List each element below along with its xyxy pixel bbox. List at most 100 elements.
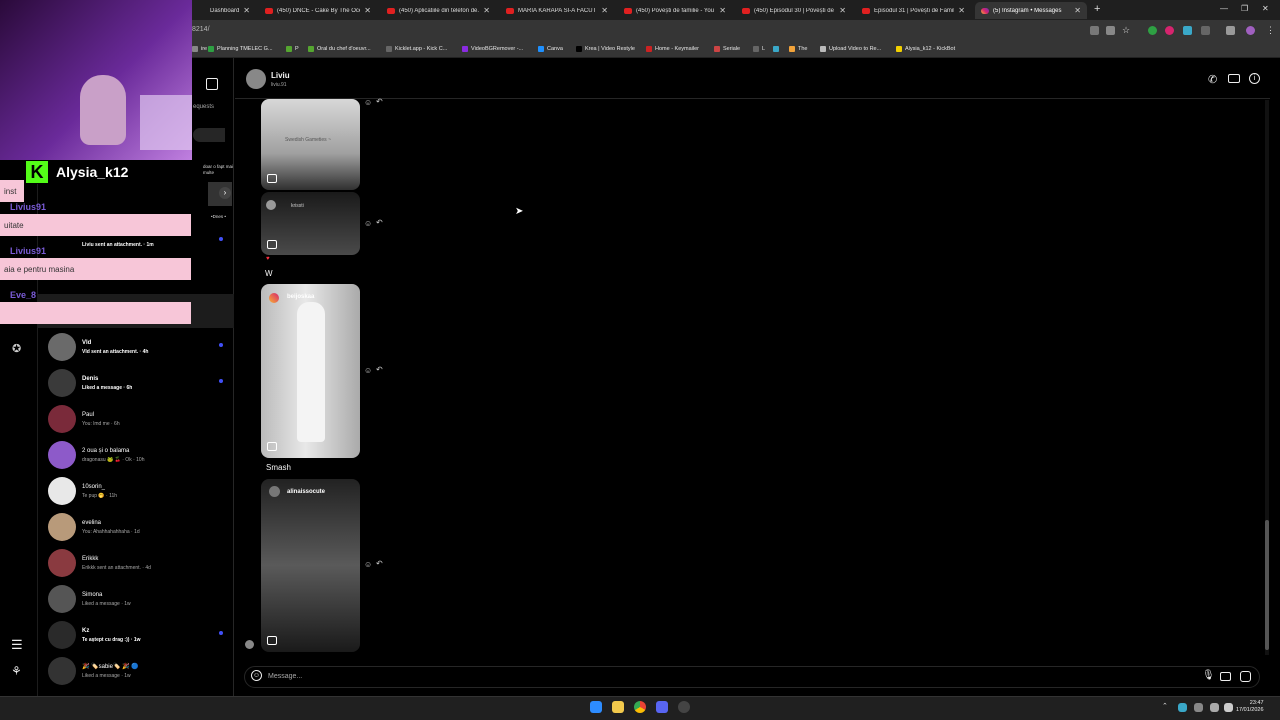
conversation-item[interactable]: Erikkk Erikkk sent an attachment. · 4d — [48, 546, 234, 580]
reel-message[interactable]: alinaissocute — [261, 479, 360, 652]
reply-icon[interactable]: ↶ — [376, 559, 383, 568]
close-window-icon[interactable]: ✕ — [1262, 4, 1269, 13]
close-tab-icon[interactable]: ✕ — [601, 6, 608, 15]
react-emoji-icon[interactable]: ☺ — [364, 366, 372, 375]
conversation-preview[interactable]: Liviu sent an attachment. · 1m — [82, 242, 154, 248]
browser-tab[interactable]: (450) Aplicatiile din telefon de... ✕ — [381, 2, 496, 19]
bookmark-item[interactable]: L — [753, 46, 765, 52]
profile-icon[interactable] — [1226, 26, 1235, 35]
reply-icon[interactable]: ↶ — [376, 365, 383, 374]
bookmark-item[interactable]: Planning TMELEC G... — [208, 46, 273, 52]
conversation-item[interactable]: Kz Te aștept cu drag :)) · 1w — [48, 618, 234, 652]
threads-icon[interactable]: ✪ — [12, 342, 21, 355]
bookmark-item[interactable]: ire — [192, 46, 207, 52]
requests-link[interactable]: equests — [193, 104, 214, 110]
wifi-icon[interactable] — [1210, 703, 1219, 712]
bookmark-item[interactable]: P — [286, 46, 299, 52]
discord-icon[interactable] — [656, 701, 668, 713]
browser-tab[interactable]: (450) Povești de familie - YouTu... ✕ — [618, 2, 732, 19]
bookmark-item[interactable] — [773, 46, 782, 52]
heart-reaction-icon[interactable]: ♥ — [266, 256, 270, 262]
close-tab-icon[interactable]: ✕ — [243, 6, 250, 15]
system-clock[interactable]: 23:47 17/01/2026 — [1236, 700, 1264, 714]
info-icon[interactable]: i — [1249, 73, 1260, 84]
bookmark-item[interactable]: Seriale — [714, 46, 740, 52]
bookmark-item[interactable]: The — [789, 46, 807, 52]
conversation-item[interactable]: Simona Liked a message · 1w — [48, 582, 234, 616]
bookmark-item[interactable]: Oral du chef d'oeuvr... — [308, 46, 371, 52]
translate-icon[interactable] — [1106, 26, 1115, 35]
scrollbar-thumb[interactable] — [1265, 520, 1269, 650]
bookmark-star-icon[interactable]: ☆ — [1122, 26, 1131, 35]
close-tab-icon[interactable]: ✕ — [958, 6, 965, 15]
close-tab-icon[interactable]: ✕ — [1074, 6, 1081, 15]
maximize-icon[interactable]: ❐ — [1241, 4, 1248, 13]
close-tab-icon[interactable]: ✕ — [364, 6, 371, 15]
obs-icon[interactable] — [678, 701, 690, 713]
reel-message[interactable]: beijoskaa — [261, 284, 360, 458]
extension-icon[interactable] — [1183, 26, 1192, 35]
browser-tab[interactable]: Episodul 31 | Povești de Familie ✕ — [856, 2, 971, 19]
menu-icon[interactable]: ⋮ — [1266, 26, 1275, 35]
hamburger-menu-icon[interactable]: ☰ — [11, 637, 23, 653]
browser-tab[interactable]: (5) Instagram • Messages ✕ — [975, 2, 1087, 19]
extensions-puzzle-icon[interactable] — [1201, 26, 1210, 35]
file-explorer-icon[interactable] — [612, 701, 624, 713]
microphone-tray-icon[interactable] — [1194, 703, 1203, 712]
conversation-item[interactable]: evelina You: Ahahhahahhaha · 1d — [48, 510, 234, 544]
tray-app-icon[interactable] — [1178, 703, 1187, 712]
bookmark-item[interactable]: Canva — [538, 46, 563, 52]
browser-tab[interactable]: (450) DNCE - Cake By The Ocean ✕ — [259, 2, 377, 19]
close-tab-icon[interactable]: ✕ — [483, 6, 490, 15]
phone-call-icon[interactable]: ✆ — [1208, 73, 1217, 86]
close-tab-icon[interactable]: ✕ — [839, 6, 846, 15]
close-tab-icon[interactable]: ✕ — [719, 6, 726, 15]
contact-name[interactable]: Liviu — [271, 71, 290, 80]
gallery-icon[interactable] — [1220, 672, 1231, 681]
emoji-icon[interactable]: ☺ — [251, 670, 262, 681]
url-text[interactable]: 8214/ — [192, 26, 210, 33]
carousel-next-icon[interactable]: › — [219, 187, 231, 199]
browser-tab[interactable]: Dashboard ✕ — [192, 2, 256, 19]
avatar[interactable] — [1246, 26, 1255, 35]
reply-icon[interactable]: ↶ — [376, 97, 383, 106]
conversation-item[interactable]: Paul You: lmd me · 6h — [48, 402, 234, 436]
browser-tab[interactable]: MARIA KARAPA SI-A FACUT SO... ✕ — [500, 2, 614, 19]
conversation-item[interactable]: 2 oua și o balama dragonasu 🐸 🍒 · Ok · 10… — [48, 438, 234, 472]
install-icon[interactable] — [1090, 26, 1099, 35]
conversation-item[interactable]: Vld Vld sent an attachment. · 4h — [48, 330, 234, 364]
react-emoji-icon[interactable]: ☺ — [364, 219, 372, 228]
bookmark-item[interactable]: Home - Keymailer — [646, 46, 699, 52]
bookmark-item[interactable]: Upload Video to Re... — [820, 46, 881, 52]
windows-start-icon[interactable] — [590, 701, 602, 713]
tray-chevron-icon[interactable]: ⌃ — [1162, 702, 1168, 710]
extension-icon[interactable] — [1165, 26, 1174, 35]
conversation-item[interactable]: Denis Liked a message · 6h — [48, 366, 234, 400]
reel-message[interactable]: Swedish Gameties ~ — [261, 99, 360, 190]
minimize-icon[interactable]: — — [1220, 4, 1228, 13]
search-pill[interactable] — [193, 128, 225, 142]
bookmark-item[interactable]: Kicklet.app - Kick C... — [386, 46, 447, 52]
message-input[interactable]: Message... — [268, 673, 302, 680]
extension-shield-icon[interactable] — [1148, 26, 1157, 35]
conversation-item[interactable]: 🎉 🏷️sabie🏷️ 🎉 🔵 Liked a message · 1w — [48, 654, 234, 688]
react-emoji-icon[interactable]: ☺ — [364, 560, 372, 569]
bookmark-item[interactable]: Krea | Video Restyle — [576, 46, 635, 52]
compose-icon[interactable] — [206, 78, 218, 90]
chrome-icon[interactable] — [634, 701, 646, 713]
contact-avatar[interactable] — [246, 69, 266, 89]
reel-message[interactable]: krissti — [261, 192, 360, 255]
volume-icon[interactable] — [1224, 703, 1233, 712]
react-emoji-icon[interactable]: ☺ — [364, 98, 372, 107]
bookmark-item[interactable]: VideoBGRemover -... — [462, 46, 523, 52]
meta-apps-icon[interactable]: ⚘ — [11, 664, 22, 678]
microphone-icon[interactable]: 🎙 — [1202, 670, 1215, 681]
bookmark-item[interactable]: Alysia_k12 - KickBot — [896, 46, 955, 52]
conversation-item[interactable]: 10sorin_ Te pup 🤭 · 11h — [48, 474, 234, 508]
browser-tab[interactable]: (450) Episodul 30 | Povești de F... ✕ — [736, 2, 852, 19]
new-tab-button[interactable]: + — [1094, 3, 1100, 15]
message-composer[interactable] — [244, 666, 1260, 688]
sticker-icon[interactable] — [1240, 671, 1251, 682]
reply-icon[interactable]: ↶ — [376, 218, 383, 227]
video-call-icon[interactable] — [1228, 74, 1240, 83]
